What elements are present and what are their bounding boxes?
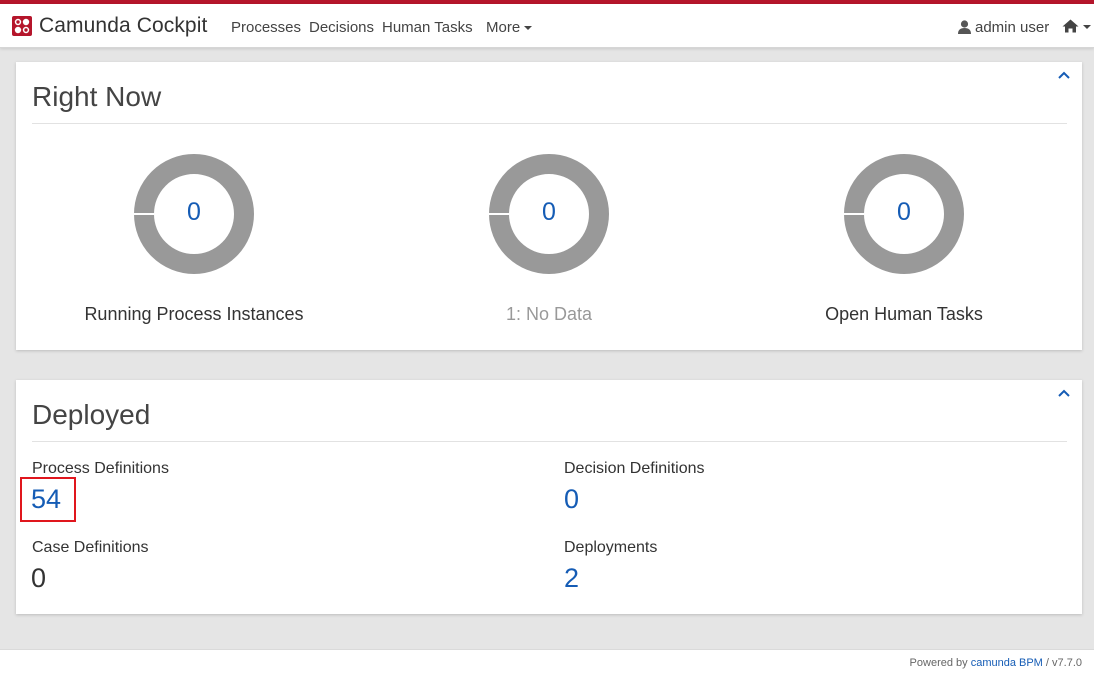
chevron-down-icon [1083, 25, 1091, 30]
footer-prefix: Powered by [909, 657, 971, 669]
brand-title: Camunda Cockpit [39, 14, 208, 37]
running-instances-count[interactable]: 0 [134, 198, 254, 227]
divider [32, 123, 1067, 124]
user-icon [958, 20, 971, 34]
deployed-panel: Deployed Process Definitions 54 Decision… [16, 380, 1082, 614]
top-navbar: Camunda Cockpit Processes Decisions Huma… [0, 4, 1094, 48]
decision-definitions-count[interactable]: 0 [564, 484, 579, 515]
deployments-label: Deployments [564, 539, 658, 556]
nav-human-tasks[interactable]: Human Tasks [382, 19, 473, 36]
nav-more-dropdown[interactable]: More [486, 19, 533, 36]
home-icon [1062, 19, 1079, 33]
collapse-chevron-up-icon[interactable] [1057, 70, 1071, 80]
case-definitions-count: 0 [31, 563, 47, 593]
running-instances-label: Running Process Instances [84, 304, 304, 324]
chevron-down-icon [524, 26, 533, 31]
camunda-logo-icon [12, 16, 32, 36]
human-tasks-label: Open Human Tasks [825, 304, 983, 324]
footer: Powered by camunda BPM / v7.7.0 [0, 649, 1094, 674]
brand-link[interactable]: Camunda Cockpit [12, 12, 207, 40]
deployments-count[interactable]: 2 [564, 563, 579, 594]
deployed-title: Deployed [32, 399, 151, 430]
no-data-label: 1: No Data [505, 304, 593, 324]
footer-text: Powered by camunda BPM / v7.7.0 [910, 657, 1082, 669]
camunda-bpm-link[interactable]: camunda BPM [971, 657, 1043, 669]
case-definitions-label: Case Definitions [32, 539, 149, 556]
divider [32, 441, 1067, 442]
human-tasks-count[interactable]: 0 [844, 198, 964, 227]
highlight-box [20, 477, 76, 522]
user-menu[interactable]: admin user [958, 19, 1049, 36]
nav-decisions[interactable]: Decisions [309, 19, 374, 36]
home-menu[interactable] [1062, 18, 1091, 35]
footer-version: / v7.7.0 [1042, 657, 1082, 669]
right-now-panel: Right Now 0 Running Process Instances 0 … [16, 62, 1082, 350]
incidents-count[interactable]: 0 [489, 198, 609, 227]
collapse-chevron-up-icon[interactable] [1057, 388, 1071, 398]
nav-more-label: More [486, 19, 521, 36]
user-name: admin user [975, 19, 1050, 36]
process-definitions-label: Process Definitions [32, 460, 169, 477]
nav-processes[interactable]: Processes [231, 19, 301, 36]
right-now-title: Right Now [32, 81, 162, 112]
decision-definitions-label: Decision Definitions [564, 460, 705, 477]
